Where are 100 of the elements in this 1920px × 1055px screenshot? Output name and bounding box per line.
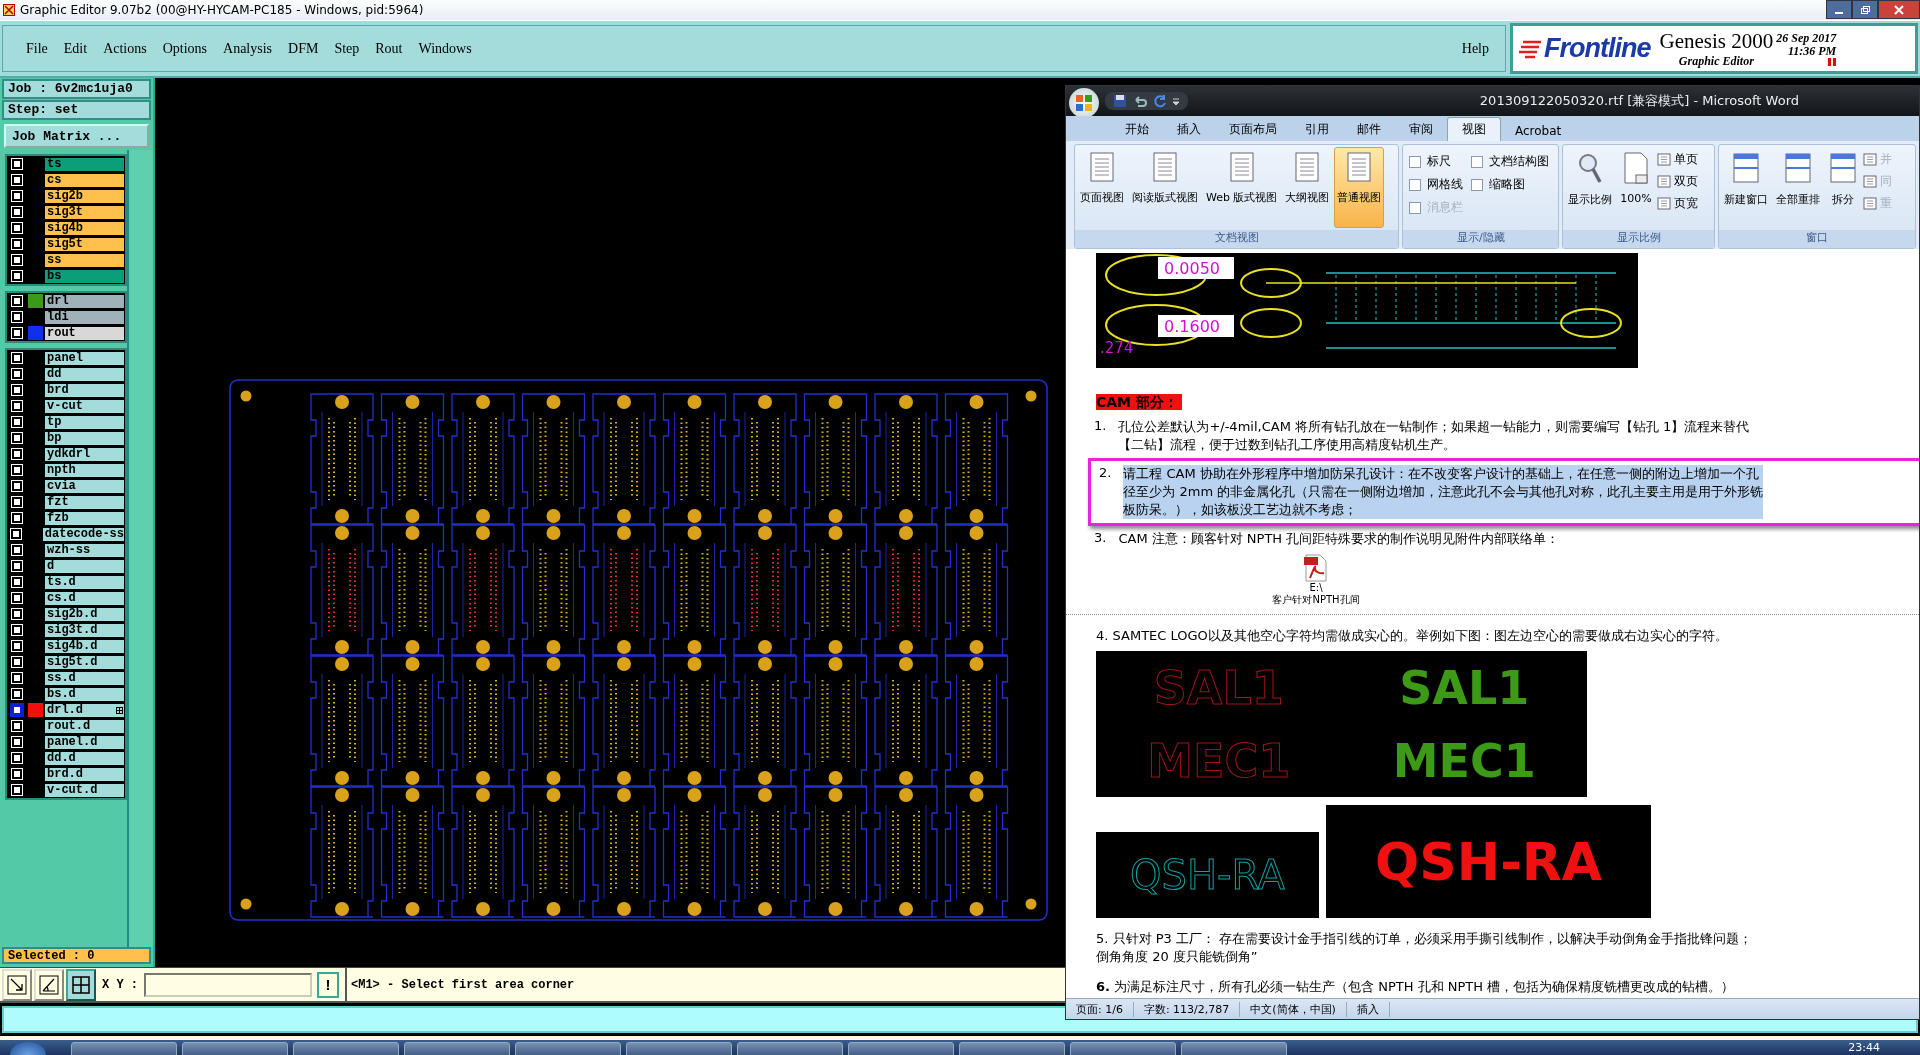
taskbar-button[interactable] [404, 1042, 510, 1055]
menu-item[interactable]: File [18, 40, 56, 57]
taskbar-button[interactable] [626, 1042, 732, 1055]
layer-name[interactable]: ldi [44, 309, 125, 325]
menu-item[interactable]: Edit [55, 40, 96, 57]
taskbar-button[interactable] [959, 1042, 1065, 1055]
help-menu[interactable]: Help [1453, 40, 1497, 57]
measure-button[interactable] [34, 968, 64, 1001]
coordinate-input[interactable] [144, 972, 312, 997]
ribbon-button[interactable]: 显示比例 [1565, 147, 1616, 228]
layer-name[interactable]: sig2b [44, 188, 125, 204]
layer-name[interactable]: sig3t.d [44, 622, 125, 638]
layer-name[interactable]: panel.d [44, 734, 125, 750]
layer-name[interactable]: sig4b [44, 220, 125, 236]
layer-name[interactable]: bp [44, 430, 125, 446]
taskbar-button[interactable] [1181, 1042, 1287, 1055]
close-button[interactable] [1878, 0, 1920, 19]
ribbon-tab[interactable]: 开始 [1111, 118, 1163, 141]
taskbar-button[interactable] [293, 1042, 399, 1055]
layer-name[interactable]: wzh-ss [44, 542, 125, 558]
layer-name[interactable]: tp [44, 414, 125, 430]
ribbon-tab[interactable]: 审阅 [1395, 118, 1447, 141]
menu-item[interactable]: Analysis [215, 40, 281, 57]
view-button[interactable]: Web 版式视图 [1203, 147, 1281, 228]
checkbox[interactable]: 文档结构图 [1471, 153, 1550, 170]
ribbon-tab[interactable]: 引用 [1291, 118, 1343, 141]
undo-icon[interactable] [1132, 94, 1148, 108]
redo-icon[interactable] [1153, 94, 1167, 108]
pdf-file-icon[interactable] [1304, 554, 1328, 582]
ribbon-tab[interactable]: 插入 [1163, 118, 1215, 141]
ribbon-tab[interactable]: Acrobat [1501, 121, 1576, 141]
zoom-area-button[interactable] [2, 968, 32, 1001]
layer-name[interactable]: cvia [44, 478, 125, 494]
ribbon-button[interactable]: 100% [1617, 147, 1655, 228]
ribbon-button[interactable]: 新建窗口 [1721, 147, 1772, 228]
ribbon-tab[interactable]: 邮件 [1343, 118, 1395, 141]
layer-name[interactable]: ss [44, 252, 125, 268]
layer-name[interactable]: v-cut [44, 398, 125, 414]
layer-name[interactable]: ts.d [44, 574, 125, 590]
layer-name[interactable]: cs [44, 172, 125, 188]
layer-name[interactable]: ts [44, 156, 125, 172]
checkbox[interactable]: 标尺 [1409, 153, 1464, 170]
layer-name[interactable]: sig5t.d [44, 654, 125, 670]
minimize-button[interactable] [1826, 0, 1852, 19]
layer-name[interactable]: dd.d [44, 750, 125, 766]
ribbon-button[interactable]: 拆分 [1825, 147, 1862, 228]
ribbon-tab[interactable]: 视图 [1447, 117, 1501, 141]
document-icon [1151, 152, 1179, 182]
menu-item[interactable]: Step [326, 40, 368, 57]
save-icon[interactable] [1113, 94, 1127, 108]
view-button[interactable]: 阅读版式视图 [1129, 147, 1201, 228]
office-button[interactable] [1069, 87, 1099, 118]
grid-button[interactable] [66, 968, 96, 1001]
taskbar-button[interactable] [515, 1042, 621, 1055]
layer-name[interactable]: panel [44, 350, 125, 366]
layer-name[interactable]: ss.d [44, 670, 125, 686]
ribbon-small-button[interactable]: 页宽 [1656, 195, 1698, 212]
ribbon-tab[interactable]: 页面布局 [1215, 118, 1291, 141]
layer-name[interactable]: bs [44, 268, 125, 284]
layer-name[interactable]: cs.d [44, 590, 125, 606]
ribbon-small-button[interactable]: 双页 [1656, 173, 1698, 190]
layer-name[interactable]: brd.d [44, 766, 125, 782]
layer-name[interactable]: drl [44, 293, 125, 309]
taskbar-button[interactable] [1070, 1042, 1176, 1055]
view-button[interactable]: 页面视图 [1077, 147, 1127, 228]
menu-item[interactable]: Windows [410, 40, 480, 57]
confirm-button[interactable]: ! [317, 971, 339, 998]
taskbar-button[interactable] [737, 1042, 843, 1055]
layer-name[interactable]: npth [44, 462, 125, 478]
layer-name[interactable]: bs.d [44, 686, 125, 702]
ribbon-small-button[interactable]: 单页 [1656, 151, 1698, 168]
layer-name[interactable]: sig5t [44, 236, 125, 252]
layer-name[interactable]: drl.d [44, 702, 125, 718]
menu-item[interactable]: DFM [280, 40, 327, 57]
restore-button[interactable] [1852, 0, 1878, 19]
layer-name[interactable]: brd [44, 382, 125, 398]
ribbon-button[interactable]: 全部重排 [1773, 147, 1824, 228]
taskbar-button[interactable] [71, 1042, 177, 1055]
layer-name[interactable]: fzb [44, 510, 125, 526]
layer-name[interactable]: sig3t [44, 204, 125, 220]
view-button[interactable]: 大纲视图 [1282, 147, 1333, 228]
checkbox[interactable]: 缩略图 [1471, 176, 1550, 193]
menu-item[interactable]: Options [154, 40, 216, 57]
menu-item[interactable]: Rout [367, 40, 411, 57]
layer-name[interactable]: datecode-ss [41, 526, 125, 542]
layer-name[interactable]: fzt [44, 494, 125, 510]
layer-name[interactable]: dd [44, 366, 125, 382]
menu-item[interactable]: Actions [95, 40, 155, 57]
layer-name[interactable]: v-cut.d [44, 782, 125, 798]
layer-name[interactable]: rout [44, 325, 125, 341]
layer-name[interactable]: sig4b.d [44, 638, 125, 654]
taskbar-button[interactable] [182, 1042, 288, 1055]
checkbox[interactable]: 网格线 [1409, 176, 1464, 193]
layer-name[interactable]: rout.d [44, 718, 125, 734]
layer-name[interactable]: ydkdrl [44, 446, 125, 462]
layer-name[interactable]: sig2b.d [44, 606, 125, 622]
job-matrix-button[interactable]: Job Matrix ... [4, 124, 149, 148]
layer-name[interactable]: d [44, 558, 125, 574]
view-button[interactable]: 普通视图 [1334, 147, 1385, 228]
taskbar-button[interactable] [848, 1042, 954, 1055]
